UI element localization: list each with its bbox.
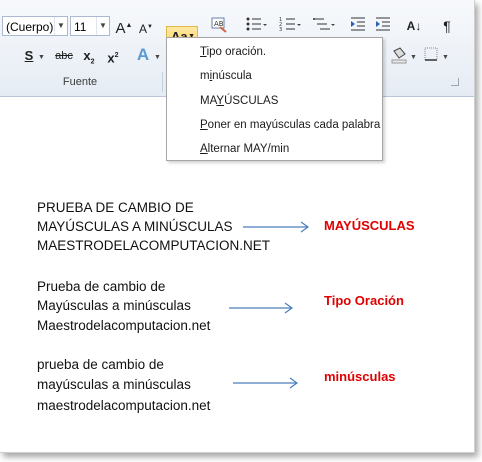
bullets-icon[interactable] xyxy=(242,15,270,37)
arrow-right-icon xyxy=(229,302,294,314)
grow-font-glyph: A xyxy=(115,20,126,37)
menu-item-label: MA xyxy=(200,95,217,107)
font-size-combo[interactable]: 11 ▼ xyxy=(70,16,110,36)
decrease-indent-icon[interactable] xyxy=(348,15,368,37)
result-label: Tipo Oración xyxy=(324,293,404,308)
menu-item-label: oner en mayúsculas cada palabra xyxy=(207,119,381,131)
shrink-font-button[interactable]: A▼ xyxy=(138,16,154,38)
borders-icon[interactable] xyxy=(420,46,442,68)
menu-item-toggle-case[interactable]: Alternar MAY/min xyxy=(200,143,289,155)
doc-line: Mayúsculas a minúsculas xyxy=(37,298,191,313)
font-name-value: (Cuerpo) xyxy=(6,20,54,34)
result-label: MAYÚSCULAS xyxy=(324,218,415,233)
mnemonic: P xyxy=(200,119,208,131)
font-group-label: Fuente xyxy=(62,76,98,88)
text-effects-glyph: A xyxy=(136,45,150,64)
menu-item-label: m xyxy=(200,70,210,82)
clear-formatting-icon[interactable]: AB xyxy=(208,15,230,37)
subscript-glyph: x xyxy=(83,48,91,63)
doc-line: mayúsculas a minúsculas xyxy=(37,377,191,392)
subscript-button[interactable]: x2 xyxy=(80,45,98,67)
chevron-down-icon[interactable]: ▼ xyxy=(442,54,449,61)
doc-line: MAYÚSCULAS A MINÚSCULAS xyxy=(37,219,233,234)
font-size-value: 11 xyxy=(74,20,87,34)
grow-font-button[interactable]: A▲ xyxy=(115,15,133,37)
mnemonic: Y xyxy=(216,95,225,107)
menu-item-label: lternar MAY/min xyxy=(207,143,290,155)
pilcrow-icon: ¶ xyxy=(443,18,451,34)
shading-icon[interactable] xyxy=(388,46,410,68)
font-name-combo[interactable]: (Cuerpo) ▼ xyxy=(2,16,68,36)
chevron-down-icon[interactable]: ▼ xyxy=(154,54,161,61)
sort-button[interactable]: A↓ xyxy=(404,15,424,37)
menu-item-lowercase[interactable]: minúscula xyxy=(200,70,252,82)
menu-item-sentence-case[interactable]: Tipo oración. xyxy=(200,46,266,58)
ribbon-row-1: (Cuerpo) ▼ 11 ▼ A▲ A▼ Aa ▼ AB xyxy=(0,12,474,48)
doc-line: maestrodelacomputacion.net xyxy=(37,398,211,413)
superscript-glyph: x xyxy=(107,50,115,66)
superscript-mark: 2 xyxy=(114,52,119,59)
doc-line: Prueba de cambio de xyxy=(37,279,166,294)
menu-item-label: ÚSCULAS xyxy=(224,95,279,107)
subscript-mark: 2 xyxy=(90,58,95,66)
sort-icon: A↓ xyxy=(406,19,422,33)
svg-text:AB: AB xyxy=(214,20,224,28)
menu-item-uppercase[interactable]: MAYÚSCULAS xyxy=(200,95,278,107)
change-case-menu: Tipo oración. minúscula MAYÚSCULAS Poner… xyxy=(166,37,383,161)
strikethrough-glyph: abc xyxy=(55,50,73,62)
strikethrough-button[interactable]: abc xyxy=(52,45,76,67)
arrow-right-icon xyxy=(243,221,310,233)
dialog-launcher-icon[interactable] xyxy=(451,78,459,86)
doc-line: Maestrodelacomputacion.net xyxy=(37,318,211,333)
group-separator xyxy=(162,72,163,92)
menu-item-label: ipo oración. xyxy=(206,46,267,58)
superscript-button[interactable]: x2 xyxy=(104,45,122,67)
arrow-right-icon xyxy=(233,377,299,389)
underline-glyph: S xyxy=(24,48,34,63)
svg-text:3: 3 xyxy=(279,27,282,33)
chevron-down-icon[interactable]: ▼ xyxy=(38,54,45,61)
doc-line: PRUEBA DE CAMBIO DE xyxy=(37,200,194,215)
show-marks-button[interactable]: ¶ xyxy=(438,15,456,37)
mnemonic: A xyxy=(200,143,208,155)
underline-button[interactable]: S xyxy=(22,45,36,67)
chevron-down-icon[interactable]: ▼ xyxy=(410,54,417,61)
numbering-icon[interactable]: 123 xyxy=(276,15,304,37)
increase-indent-icon[interactable] xyxy=(373,15,393,37)
menu-item-capitalize-each-word[interactable]: Poner en mayúsculas cada palabra xyxy=(200,119,380,131)
multilevel-list-icon[interactable] xyxy=(310,15,338,37)
word-window: (Cuerpo) ▼ 11 ▼ A▲ A▼ Aa ▼ AB xyxy=(0,0,475,453)
shrink-font-glyph: A xyxy=(139,22,148,36)
menu-item-label: núscula xyxy=(212,70,252,82)
doc-line: MAESTRODELACOMPUTACION.NET xyxy=(37,238,271,253)
mnemonic: T xyxy=(200,46,207,58)
result-label: minúsculas xyxy=(324,369,396,384)
doc-line: prueba de cambio de xyxy=(37,357,164,372)
chevron-down-icon[interactable]: ▼ xyxy=(54,17,67,35)
text-effects-button[interactable]: A xyxy=(134,44,152,66)
chevron-down-icon[interactable]: ▼ xyxy=(96,17,109,35)
